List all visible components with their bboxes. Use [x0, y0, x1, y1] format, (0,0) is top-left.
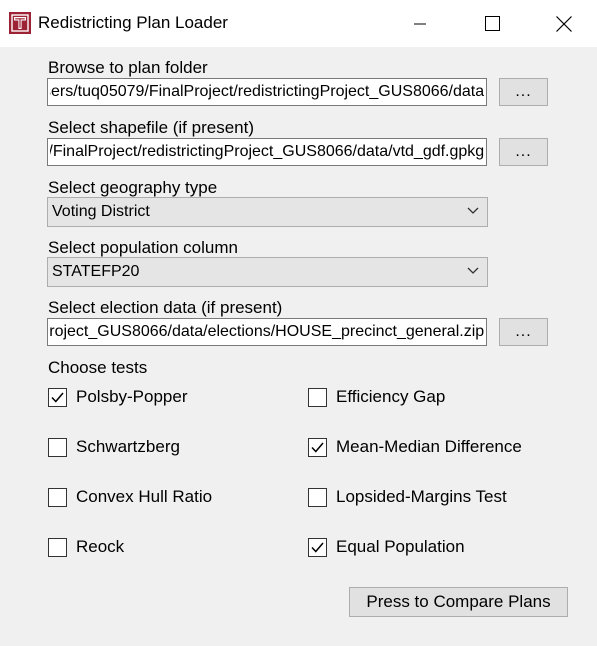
checkbox-label: Reock [76, 537, 125, 556]
checkmark-icon [51, 392, 64, 403]
maximize-icon [484, 16, 500, 31]
minimize-button[interactable] [397, 0, 443, 47]
election-data-label: Select election data (if present) [48, 298, 283, 317]
shapefile-label: Select shapefile (if present) [48, 118, 254, 137]
checkbox-label: Efficiency Gap [336, 387, 446, 406]
geography-type-label: Select geography type [48, 178, 218, 197]
population-column-dropdown[interactable]: STATEFP20 [47, 257, 488, 287]
maximize-button[interactable] [469, 0, 515, 47]
checkbox[interactable] [48, 387, 67, 407]
compare-plans-button[interactable]: Press to Compare Plans [349, 587, 568, 617]
geography-type-dropdown[interactable]: Voting District [47, 197, 488, 227]
chevron-down-icon [467, 207, 479, 214]
test-lopsided-margins[interactable]: Lopsided-Margins Test [308, 486, 507, 508]
checkbox-label: Mean-Median Difference [336, 437, 522, 456]
window-title: Redistricting Plan Loader [38, 13, 228, 32]
chevron-down-icon [467, 267, 479, 274]
test-mean-median-difference[interactable]: Mean-Median Difference [308, 436, 522, 458]
checkbox-label: Convex Hull Ratio [76, 487, 213, 506]
test-equal-population[interactable]: Equal Population [308, 536, 465, 558]
shapefile-browse-button[interactable]: ... [499, 138, 548, 166]
close-icon [556, 15, 572, 32]
test-efficiency-gap[interactable]: Efficiency Gap [308, 386, 445, 408]
checkbox[interactable] [308, 437, 327, 457]
temple-t-logo-icon [9, 12, 31, 34]
checkbox-label: Schwartzberg [76, 437, 180, 456]
minimize-icon [414, 23, 426, 24]
checkbox[interactable] [308, 387, 327, 407]
plan-folder-field-frame [47, 78, 487, 106]
checkbox-label: Polsby-Popper [76, 387, 188, 406]
checkbox-label: Equal Population [336, 537, 465, 556]
test-schwartzberg[interactable]: Schwartzberg [48, 436, 180, 458]
population-column-label: Select population column [48, 238, 238, 257]
election-data-input[interactable] [48, 319, 486, 345]
election-data-browse-button[interactable]: ... [499, 318, 548, 346]
close-button[interactable] [541, 0, 587, 47]
plan-folder-browse-button[interactable]: ... [499, 78, 548, 106]
population-column-value: STATEFP20 [52, 263, 140, 280]
title-bar: Redistricting Plan Loader [0, 0, 597, 47]
election-data-field-frame [47, 318, 487, 346]
test-convex-hull-ratio[interactable]: Convex Hull Ratio [48, 486, 212, 508]
choose-tests-label: Choose tests [48, 358, 148, 377]
test-reock[interactable]: Reock [48, 536, 124, 558]
checkbox[interactable] [48, 487, 67, 507]
checkmark-icon [311, 442, 324, 453]
checkbox[interactable] [308, 487, 327, 507]
checkbox[interactable] [48, 437, 67, 457]
geography-type-value: Voting District [52, 203, 150, 220]
checkmark-icon [311, 542, 324, 553]
checkbox[interactable] [48, 537, 67, 557]
checkbox-label: Lopsided-Margins Test [336, 487, 507, 506]
plan-folder-label: Browse to plan folder [48, 58, 208, 77]
plan-folder-input[interactable] [48, 79, 486, 105]
shapefile-field-frame [47, 138, 487, 166]
shapefile-input[interactable] [48, 139, 486, 165]
test-polsby-popper[interactable]: Polsby-Popper [48, 386, 188, 408]
checkbox[interactable] [308, 537, 327, 557]
